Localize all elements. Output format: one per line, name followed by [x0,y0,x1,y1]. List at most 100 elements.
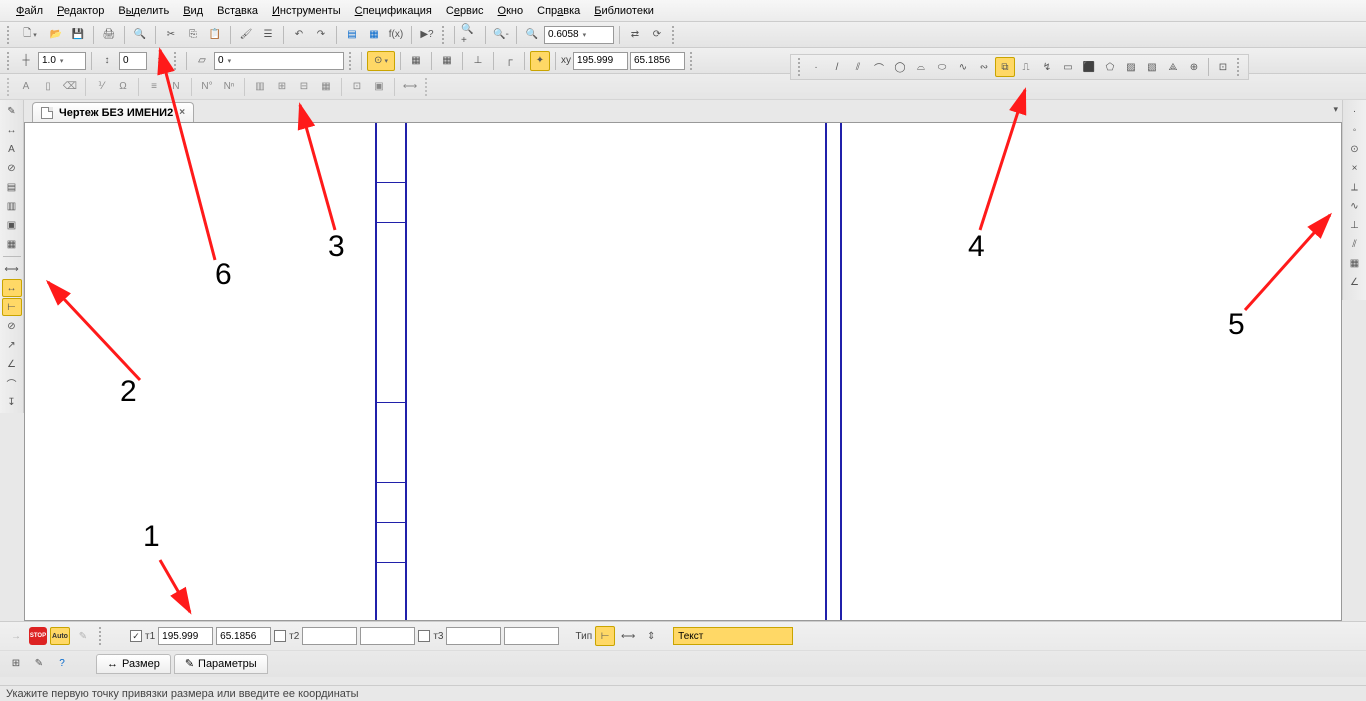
hatch-icon[interactable]: ▨ [1121,57,1141,77]
layer-icon[interactable]: ▱ [192,51,212,71]
open-button[interactable]: 📂 [46,25,66,45]
edit-tab-icon[interactable]: ▤ [2,178,22,196]
polyline-icon[interactable]: ⎍ [1016,57,1036,77]
snap-par-icon[interactable]: ⫽ [1345,235,1365,253]
menu-view[interactable]: Вид [177,3,209,19]
redo-button[interactable]: ↷ [311,25,331,45]
spline-icon[interactable]: ∿ [953,57,973,77]
arc-icon[interactable]: ⌒ [869,57,889,77]
pt1-checkbox[interactable]: ✓ [130,630,142,642]
lindim2-icon[interactable]: ⊢ [2,298,22,316]
document-tab[interactable]: Чертеж БЕЗ ИМЕНИ2 × [32,102,194,122]
align-button[interactable]: ≡ [144,77,164,97]
geom-tab-icon[interactable]: ✎ [2,102,22,120]
measure-tab-icon[interactable]: ▣ [2,216,22,234]
menu-service[interactable]: Сервис [440,3,490,19]
snap-end-icon[interactable]: · [1345,102,1365,120]
snap-tan-icon[interactable]: ⟂ [1345,178,1365,196]
menu-window[interactable]: Окно [492,3,530,19]
layer-combo[interactable]: 0 [214,52,344,70]
raddim-icon[interactable]: ↗ [2,336,22,354]
print-button[interactable]: 🖨 [99,25,119,45]
table-del-button[interactable]: ▦ [316,77,336,97]
step-icon[interactable]: ↕ [97,51,117,71]
angdim-icon[interactable]: ∠ [2,355,22,373]
drawing-canvas[interactable] [24,122,1342,621]
insnum3-button[interactable]: Nⁿ [219,77,239,97]
menu-libs[interactable]: Библиотеки [588,3,660,19]
table-split-button[interactable]: ⊟ [294,77,314,97]
toolbar-handle[interactable] [7,26,11,44]
pt1-y-input[interactable] [216,627,271,645]
stop-button[interactable]: STOP [29,627,47,645]
fill-button[interactable]: ▯ [38,77,58,97]
bezier-icon[interactable]: ⧉ [995,57,1015,77]
type-v-icon[interactable]: ⟷ [618,626,638,646]
prop-tree-icon[interactable]: ⊞ [6,654,26,674]
snap-normal-icon[interactable]: ⊥ [1345,216,1365,234]
frame-icon[interactable]: ⊡ [1213,57,1233,77]
menu-help[interactable]: Справка [531,3,586,19]
pt1-x-input[interactable] [158,627,213,645]
zoom-in-button[interactable]: 🔍+ [460,25,480,45]
new-button[interactable]: 🗋 [16,25,44,45]
fill-area-icon[interactable]: ▧ [1142,57,1162,77]
rect-icon[interactable]: ▭ [1058,57,1078,77]
linestyle-combo[interactable]: 1.0 [38,52,86,70]
lindim-icon[interactable]: ⟷ [2,260,22,278]
close-icon[interactable]: × [179,107,185,118]
zoom-out-button[interactable]: 🔍- [491,25,511,45]
collect-icon[interactable]: ⊕ [1184,57,1204,77]
break-icon[interactable]: ↯ [1037,57,1057,77]
toolbar-handle[interactable] [798,58,802,76]
toolbar-handle[interactable] [7,52,11,70]
type-h-icon[interactable]: ⊢ [595,626,615,646]
autodim-icon[interactable]: ↔ [2,279,22,297]
library-mgr-button[interactable]: ▤ [342,25,362,45]
text-field[interactable]: Текст [673,627,793,645]
coord-y-input[interactable] [630,52,685,70]
snap-center-icon[interactable]: ⊙ [1345,140,1365,158]
ortho-button[interactable]: ⊥ [468,51,488,71]
offset-icon[interactable]: ⟁ [1163,57,1183,77]
lcs-button[interactable]: ✦ [530,51,550,71]
variable-button[interactable]: f(x) [386,25,406,45]
snap-mid-icon[interactable]: ◦ [1345,121,1365,139]
line-icon[interactable]: / [827,57,847,77]
menu-select[interactable]: Выделить [112,3,175,19]
type-p-icon[interactable]: ⇕ [641,626,661,646]
arc3p-icon[interactable]: ⌓ [911,57,931,77]
ellipse-icon[interactable]: ⬭ [932,57,952,77]
spec-pos2-button[interactable]: ▣ [369,77,389,97]
pt2-y-input[interactable] [360,627,415,645]
scroll-button[interactable]: ⇄ [625,25,645,45]
snap-grid-icon[interactable]: ▦ [1345,254,1365,272]
nurbs-icon[interactable]: ∾ [974,57,994,77]
phantom-icon[interactable]: ✎ [73,626,93,646]
prop-arrow-icon[interactable]: → [6,626,26,646]
grid-button[interactable]: ▦ [406,51,426,71]
table-opts-button[interactable]: ▥ [250,77,270,97]
symb-tab-icon[interactable]: ⊘ [2,159,22,177]
snap-button[interactable]: ⊙ [367,51,395,71]
eraser-button[interactable]: ⌫ [60,77,80,97]
pt2-x-input[interactable] [302,627,357,645]
parallel-line-icon[interactable]: ⫽ [848,57,868,77]
point-icon[interactable]: · [806,57,826,77]
round-button[interactable]: ┌ [499,51,519,71]
fraction-button[interactable]: ⅟ [91,77,111,97]
text-tab-icon[interactable]: A [2,140,22,158]
menu-editor[interactable]: Редактор [51,3,110,19]
menu-file[interactable]: ФФайлайл [10,3,49,19]
zoom-fit-button[interactable]: 🔍 [522,25,542,45]
param-tab-icon[interactable]: ▥ [2,197,22,215]
snap-near-icon[interactable]: ∿ [1345,197,1365,215]
dim-tab-icon[interactable]: ↔ [2,121,22,139]
spec-pos-button[interactable]: ⊡ [347,77,367,97]
undo-button[interactable]: ↶ [289,25,309,45]
arcdim-icon[interactable]: ⌒ [2,374,22,392]
rect2-icon[interactable]: ⬛ [1079,57,1099,77]
menu-spec[interactable]: Спецификация [349,3,438,19]
select-tab-icon[interactable]: ▦ [2,235,22,253]
menu-tools[interactable]: Инструменты [266,3,347,19]
